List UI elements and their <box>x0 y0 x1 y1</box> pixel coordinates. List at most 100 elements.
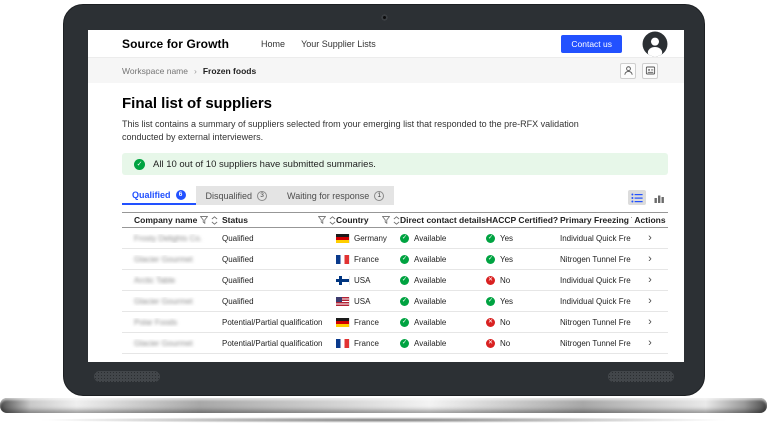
suppliers-table: Company name Status Country Direct contact … <box>122 212 668 355</box>
table-row[interactable]: Polar Foods Potential/Partial qualificati… <box>122 312 668 334</box>
column-label: Country <box>336 215 369 226</box>
check-circle-icon: ✓ <box>400 338 409 348</box>
list-view-icon <box>631 193 643 203</box>
speaker-grille-right <box>608 371 674 382</box>
cell-company-name: Glacier Gourmet <box>122 297 222 306</box>
chart-view-button[interactable] <box>650 190 668 205</box>
contact-card-icon <box>645 66 655 75</box>
cell-haccp: ✕ No <box>486 317 560 327</box>
cell-direct-contact: ✓ Available <box>400 233 486 243</box>
row-chevron-right-icon[interactable]: › <box>644 338 656 349</box>
page-description-line2: conducted by external interviewers. <box>122 132 264 143</box>
page-description-line1: This list contains a summary of supplier… <box>122 119 579 129</box>
tab-disqualified-count-badge: 3 <box>257 190 268 201</box>
x-circle-icon: ✕ <box>486 275 495 285</box>
row-chevron-right-icon[interactable]: › <box>644 275 656 286</box>
column-header-primary-freezing-te: Primary Freezing Te <box>560 215 632 225</box>
haccp-label: No <box>500 317 511 327</box>
france-flag-icon <box>336 338 349 348</box>
cell-primary-freezing: Individual Quick Fre <box>560 275 631 285</box>
row-chevron-right-icon[interactable]: › <box>644 233 656 244</box>
country-label: France <box>354 254 379 264</box>
company-name-redacted: Polar Foods <box>134 317 178 327</box>
cell-company-name: Polar Foods <box>122 318 222 327</box>
list-view-button[interactable] <box>628 190 646 206</box>
cell-status: Qualified <box>222 254 254 264</box>
check-circle-icon: ✓ <box>400 254 409 264</box>
filter-button[interactable] <box>200 216 209 225</box>
contact-label: Available <box>414 296 447 306</box>
haccp-label: Yes <box>500 254 514 264</box>
company-name-redacted: Arctic Table <box>134 275 176 285</box>
laptop-mockup: Source for Growth Home Your Supplier Lis… <box>0 0 767 431</box>
contact-card-toolbar-button[interactable] <box>642 62 658 79</box>
filter-funnel-icon <box>382 216 390 225</box>
country-label: USA <box>354 296 371 306</box>
filter-button[interactable] <box>318 216 326 225</box>
sort-button[interactable] <box>211 215 218 225</box>
nav-item-your-supplier-lists[interactable]: Your Supplier Lists <box>301 39 376 49</box>
row-chevron-right-icon[interactable]: › <box>644 317 656 328</box>
page-description: This list contains a summary of supplier… <box>122 118 668 144</box>
country-label: France <box>354 317 379 327</box>
person-toolbar-button[interactable] <box>620 62 636 79</box>
column-label: Primary Freezing Te <box>560 215 632 226</box>
cell-direct-contact: ✓ Available <box>400 296 486 306</box>
cell-haccp: ✓ Yes <box>486 254 560 264</box>
cell-country: Germany <box>336 233 400 243</box>
column-header-actions: Actions <box>632 215 668 225</box>
breadcrumb: Workspace name › Frozen foods <box>88 58 684 83</box>
column-label: Company name <box>134 215 198 226</box>
column-label: HACCP Certified? <box>486 215 559 226</box>
sort-button[interactable] <box>329 215 336 225</box>
tab-disqualified[interactable]: Disqualified 3 <box>195 186 278 206</box>
table-row[interactable]: Frosty Delights Co. Qualified Germany ✓ Avai… <box>122 228 668 250</box>
filter-button[interactable] <box>382 216 390 225</box>
page-title: Final list of suppliers <box>122 95 273 112</box>
column-header-direct-contact-details: Direct contact details <box>400 215 486 225</box>
cell-country: USA <box>336 296 400 306</box>
cell-direct-contact: ✓ Available <box>400 338 486 348</box>
brand-logo: Source for Growth <box>122 36 230 51</box>
table-row[interactable]: Glacier Gourmet Potential/Partial qualifi… <box>122 333 668 355</box>
contact-us-button[interactable]: Contact us <box>561 34 622 53</box>
nav-item-home[interactable]: Home <box>261 39 285 49</box>
contact-label: Available <box>414 317 447 327</box>
tab-disqualified-label: Disqualified <box>205 190 253 201</box>
row-chevron-right-icon[interactable]: › <box>644 296 656 307</box>
table-row[interactable]: Arctic Table Qualified USA ✓ Available ✕ No Ind… <box>122 270 668 292</box>
germany-flag-icon <box>336 317 349 327</box>
tab-waiting-for-response[interactable]: Waiting for response 1 <box>277 186 395 206</box>
table-row[interactable]: Glacier Gourmet Qualified France ✓ Available… <box>122 249 668 271</box>
avatar[interactable] <box>632 31 668 57</box>
row-chevron-right-icon[interactable]: › <box>644 254 656 265</box>
cell-company-name: Arctic Table <box>122 276 222 285</box>
chart-view-icon <box>654 195 664 203</box>
contact-label: Available <box>414 233 447 243</box>
haccp-label: No <box>500 338 511 348</box>
breadcrumb-current: Frozen foods <box>202 65 257 76</box>
cell-haccp: ✓ Yes <box>486 296 560 306</box>
column-header-country: Country <box>336 215 400 225</box>
germany-flag-icon <box>336 233 349 243</box>
check-circle-icon: ✓ <box>486 296 495 306</box>
cell-primary-freezing: Individual Quick Fre <box>560 296 631 306</box>
check-circle-icon: ✓ <box>400 317 409 327</box>
tab-qualified[interactable]: Qualified 6 <box>122 186 196 206</box>
cell-primary-freezing: Nitrogen Tunnel Fre <box>560 254 631 264</box>
cell-primary-freezing: Nitrogen Tunnel Fre <box>560 338 631 348</box>
check-circle-icon: ✓ <box>400 275 409 285</box>
cell-actions: › <box>632 233 668 244</box>
speaker-grille-left <box>94 371 160 382</box>
cell-status: Qualified <box>222 233 254 243</box>
country-label: Germany <box>354 233 387 243</box>
breadcrumb-workspace[interactable]: Workspace name <box>122 66 188 76</box>
filter-funnel-icon <box>200 216 209 225</box>
sort-updown-icon <box>329 215 336 225</box>
usa-flag-icon <box>336 296 349 306</box>
table-row[interactable]: Glacier Gourmet Qualified USA ✓ Available ✓ Ye… <box>122 291 668 313</box>
check-circle-icon: ✓ <box>400 296 409 306</box>
nav-links: Home Your Supplier Lists <box>261 39 376 49</box>
cell-actions: › <box>632 338 668 349</box>
sort-button[interactable] <box>393 215 400 225</box>
